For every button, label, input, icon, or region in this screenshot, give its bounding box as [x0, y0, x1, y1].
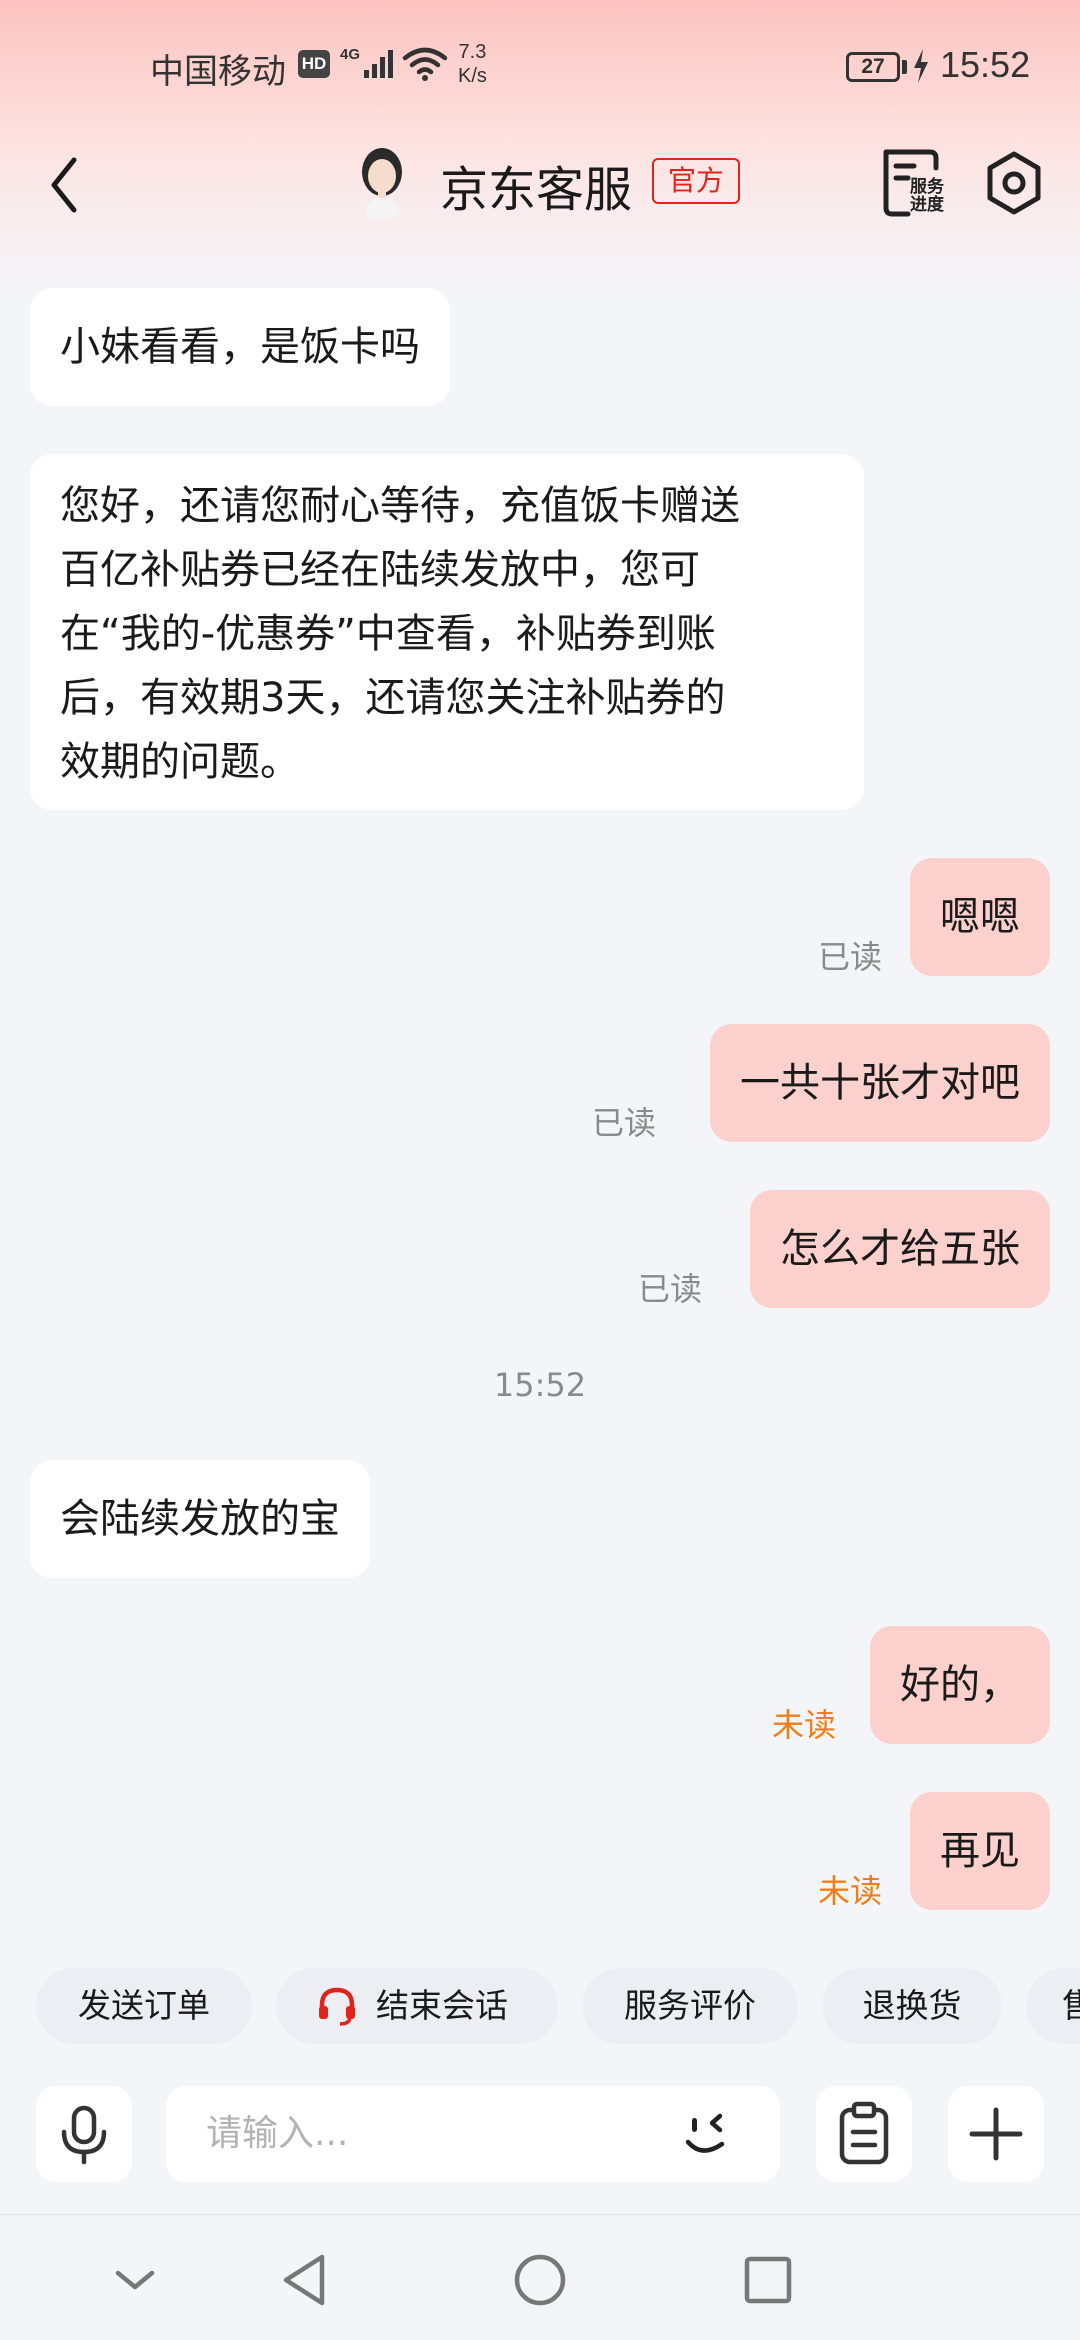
- plus-icon: [969, 2107, 1023, 2161]
- message-text: 好的，: [900, 1662, 1020, 1708]
- time-divider: 15:52: [493, 1366, 587, 1404]
- network-speed-unit: K/s: [458, 65, 487, 87]
- back-icon: [51, 157, 77, 213]
- settings-icon: [987, 151, 1041, 215]
- unread-status: 未读: [772, 1706, 837, 1744]
- hd-icon: HD: [298, 50, 330, 78]
- read-status: 已读: [818, 938, 883, 976]
- message-bubble-agent[interactable]: 您好，还请您耐心等待，充值饭卡赠送 百亿补贴券已经在陆续发放中，您可 在“我的-…: [30, 454, 864, 810]
- add-button[interactable]: [948, 2086, 1044, 2182]
- service-progress-line1: 服务: [910, 176, 945, 197]
- carrier-name: 中国移动: [150, 52, 286, 92]
- status-time: 15:52: [940, 44, 1031, 85]
- system-navigation-bar: [0, 2215, 1080, 2340]
- message-text: 小妹看看，是饭卡吗: [60, 324, 420, 370]
- input-placeholder: 请输入...: [206, 2113, 349, 2154]
- message-text: 一共十张才对吧: [740, 1060, 1020, 1106]
- unread-status: 未读: [818, 1872, 883, 1910]
- nav-home-button[interactable]: [505, 2245, 575, 2315]
- nav-back-icon: [283, 2254, 325, 2306]
- service-rating-button[interactable]: 服务评价: [582, 1968, 798, 2044]
- nav-down-button[interactable]: [100, 2245, 170, 2315]
- nav-home-icon: [514, 2254, 566, 2306]
- message-input[interactable]: 请输入...: [166, 2086, 780, 2182]
- message-bubble-agent[interactable]: 会陆续发放的宝: [30, 1460, 370, 1578]
- clipboard-button[interactable]: [816, 2086, 912, 2182]
- message-text-line: 百亿补贴券已经在陆续发放中，您可: [60, 547, 700, 593]
- message-text-line: 后，有效期3天，还请您关注补贴券的: [60, 675, 726, 721]
- agent-avatar-image: [362, 148, 402, 220]
- agent-avatar[interactable]: [350, 140, 414, 220]
- message-bubble-user[interactable]: 一共十张才对吧: [710, 1024, 1050, 1142]
- message-text: 嗯嗯: [940, 894, 1020, 940]
- message-bubble-user[interactable]: 嗯嗯: [910, 858, 1050, 976]
- read-status: 已读: [638, 1270, 703, 1308]
- page-title: 京东客服: [440, 162, 633, 218]
- read-status: 已读: [592, 1104, 657, 1142]
- message-bubble-user[interactable]: 好的，: [870, 1626, 1050, 1744]
- network-speed-value: 7.3: [458, 41, 487, 63]
- wifi-icon: [402, 47, 448, 81]
- microphone-icon: [61, 2105, 107, 2165]
- message-bubble-user[interactable]: 怎么才给五张: [750, 1190, 1050, 1308]
- signal-icon: [364, 50, 393, 78]
- return-exchange-button[interactable]: 退换货: [822, 1968, 1002, 2044]
- nav-back-button[interactable]: [272, 2245, 342, 2315]
- network-type: 4G: [340, 46, 361, 63]
- clipboard-icon: [839, 2101, 889, 2165]
- official-badge: 官方: [652, 158, 740, 204]
- end-session-button[interactable]: 结束会话: [276, 1968, 558, 2044]
- more-action-chip[interactable]: 售: [1026, 1968, 1080, 2044]
- message-text: 会陆续发放的宝: [60, 1496, 340, 1542]
- message-bubble-user[interactable]: 再见: [910, 1792, 1050, 1910]
- more-action-label: 售: [1062, 1986, 1080, 2025]
- end-session-label: 结束会话: [376, 1986, 508, 2025]
- nav-down-icon: [115, 2270, 155, 2290]
- message-text-line: 效期的问题。: [60, 739, 300, 785]
- settings-button[interactable]: [984, 150, 1044, 216]
- emoji-button[interactable]: [676, 2102, 750, 2166]
- nav-recents-button[interactable]: [733, 2245, 803, 2315]
- network-speed: 7.3 K/s: [458, 40, 487, 88]
- message-bubble-agent[interactable]: 小妹看看，是饭卡吗: [30, 288, 450, 406]
- send-order-button[interactable]: 发送订单: [36, 1968, 252, 2044]
- quick-action-bar: 发送订单 结束会话 服务评价 退换货 售: [0, 1968, 1080, 2048]
- battery-cap: [902, 60, 907, 74]
- service-progress-line2: 进度: [910, 194, 945, 215]
- charging-bolt-icon: [914, 49, 928, 83]
- status-bar: 中国移动 HD 4G 7.3 K/s 27 15:52: [0, 0, 1080, 130]
- service-progress-icon: 服务 进度: [883, 149, 945, 217]
- headset-icon: [319, 1987, 355, 2026]
- message-text: 怎么才给五张: [780, 1226, 1020, 1272]
- message-text-line: 在“我的-优惠券”中查看，补贴券到账: [60, 611, 716, 657]
- message-text: 再见: [940, 1828, 1020, 1874]
- service-progress-button[interactable]: 服务 进度: [880, 148, 952, 218]
- battery-indicator: 27: [846, 52, 900, 82]
- message-text-line: 您好，还请您耐心等待，充值饭卡赠送: [60, 483, 740, 529]
- emoji-icon: [685, 2113, 725, 2153]
- nav-recents-icon: [744, 2256, 792, 2304]
- back-button[interactable]: [40, 150, 90, 220]
- voice-input-button[interactable]: [36, 2086, 132, 2182]
